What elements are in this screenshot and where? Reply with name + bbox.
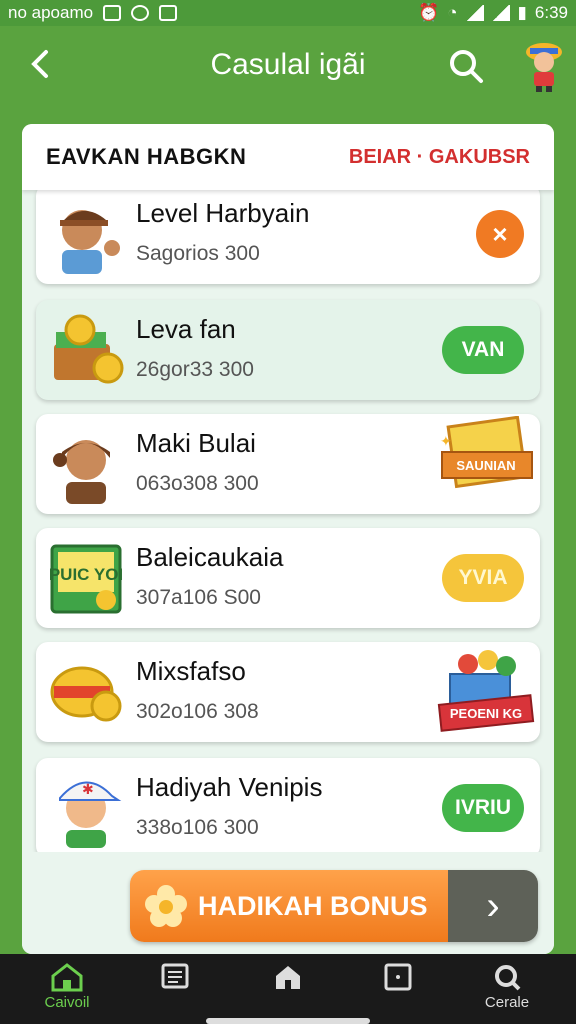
badge-text: PEOENI KG — [450, 706, 522, 721]
item-subtitle: 063o308 300 — [136, 472, 259, 495]
app-bar: Casulal igãi — [0, 26, 576, 104]
ticket-badge-icon[interactable]: SAUNIAN ✦ — [436, 416, 536, 512]
item-title: Mixsfafso — [136, 656, 246, 686]
status-text: no apoamo — [8, 3, 94, 22]
item-title: Hadiyah Venipis — [136, 772, 323, 802]
item-title: Level Harbyain — [136, 198, 310, 228]
status-time: 6:39 — [534, 3, 568, 22]
list-item[interactable]: Level Harbyain Sagorios 300 × — [36, 184, 540, 284]
nav-item-list[interactable] — [130, 962, 220, 1020]
nav-item-house[interactable] — [243, 962, 333, 1020]
sync-icon — [131, 5, 150, 21]
list-item[interactable]: ✱ Hadiyah Venipis 338o106 300 IVRIU — [36, 758, 540, 858]
avatar-icon — [526, 43, 562, 92]
flower-icon — [145, 885, 187, 927]
boy-avatar-icon — [60, 210, 120, 274]
item-subtitle: 338o106 300 — [136, 816, 259, 839]
action-button[interactable]: YVIA — [442, 554, 524, 602]
nav-item-home[interactable]: Caivoil — [22, 962, 112, 1020]
nav-item-square[interactable] — [353, 962, 443, 1020]
game-box-icon: PUIC YOI — [49, 544, 123, 614]
home-indicator[interactable] — [206, 1018, 370, 1024]
home-icon — [51, 963, 83, 992]
item-title: Baleicaukaia — [136, 542, 284, 572]
list-item[interactable]: Mixsfafso 302o106 308 PEOENI KG — [36, 642, 540, 742]
gold-coins-icon — [50, 666, 122, 722]
bonus-label: HADIKAH BONUS — [198, 890, 428, 921]
list-item[interactable]: Leva fan 26gor33 300 VAN — [36, 300, 540, 400]
content-panel: EAVKAN HABGKN BEIAR · GAKUBSR Level Harb… — [22, 124, 554, 954]
search-button[interactable] — [446, 46, 486, 86]
bonus-main[interactable]: HADIKAH BONUS — [130, 870, 448, 942]
action-button[interactable]: VAN — [442, 326, 524, 374]
panel-header-title: EAVKAN HABGKN — [46, 144, 247, 169]
page-title: Casulal igãi — [210, 48, 366, 81]
badge-text: SAUNIAN — [456, 458, 515, 473]
item-title: Leva fan — [136, 314, 236, 344]
nav-label: Cerale — [484, 994, 530, 1011]
nav-label: Caivoil — [44, 994, 90, 1011]
signal-icon — [465, 5, 484, 21]
status-bar: no apoamo ⏰ ◔ ▮ 6:39 — [0, 0, 576, 26]
battery-icon: ▮ — [517, 3, 527, 22]
list-item[interactable]: Maki Bulai 063o308 300 SAUNIAN ✦ — [36, 414, 540, 514]
signal-icon-2 — [491, 5, 510, 21]
wifi-icon: ◔ — [447, 3, 458, 22]
bonus-arrow-button[interactable]: › — [448, 870, 538, 942]
list-item[interactable]: PUIC YOI Baleicaukaia 307a106 S00 YVIA — [36, 528, 540, 628]
item-subtitle: 26gor33 300 — [136, 358, 254, 381]
list-icon — [161, 963, 189, 989]
svg-text:✦: ✦ — [440, 433, 452, 449]
nav-item-search[interactable]: Cerale — [462, 962, 552, 1020]
svg-text:✱: ✱ — [82, 781, 94, 797]
house-icon — [276, 966, 300, 989]
game-box-text: PUIC YOI — [49, 565, 123, 584]
item-title: Maki Bulai — [136, 428, 256, 458]
square-icon — [384, 963, 412, 991]
action-button[interactable]: IVRIU — [442, 784, 524, 832]
gift-badge-icon[interactable]: PEOENI KG — [436, 644, 536, 740]
item-subtitle: 302o106 308 — [136, 700, 259, 723]
search-icon — [495, 965, 521, 991]
cap-boy-avatar-icon: ✱ — [59, 781, 122, 848]
girl-avatar-icon — [53, 440, 110, 504]
money-basket-icon — [54, 314, 124, 384]
app-notification-icon — [159, 5, 178, 21]
panel-header: EAVKAN HABGKN BEIAR · GAKUBSR — [22, 124, 554, 190]
bonus-button[interactable]: HADIKAH BONUS › — [130, 870, 538, 942]
profile-avatar[interactable] — [520, 38, 568, 94]
alarm-icon: ⏰ — [418, 3, 440, 22]
notification-icon — [103, 5, 122, 21]
item-subtitle: 307a106 S00 — [136, 586, 261, 609]
search-icon — [450, 50, 483, 83]
item-subtitle: Sagorios 300 — [136, 242, 260, 265]
close-button[interactable]: × — [476, 210, 524, 258]
panel-header-tag: BEIAR · GAKUBSR — [348, 145, 530, 168]
bonus-area: HADIKAH BONUS › — [22, 852, 554, 954]
bottom-nav: Caivoil Cerale — [0, 954, 576, 1024]
